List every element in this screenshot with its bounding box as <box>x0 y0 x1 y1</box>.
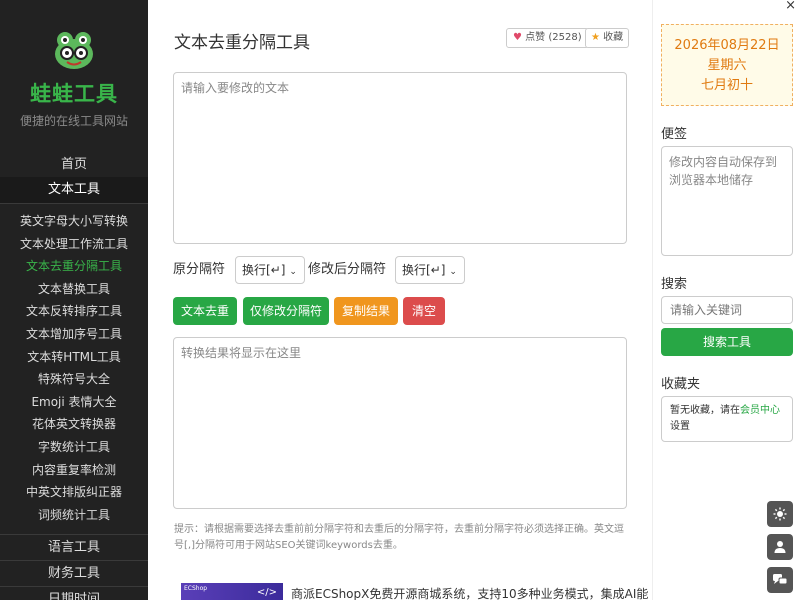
member-center-link[interactable]: 会员中心 <box>740 405 780 416</box>
sidebar-item[interactable]: 文本处理工作流工具 <box>0 233 148 256</box>
sidebar-item[interactable]: 文本去重分隔工具 <box>0 255 148 278</box>
new-separator-value: 换行[↵] <box>402 263 446 277</box>
copy-result-button[interactable]: 复制结果 <box>334 297 398 325</box>
sidebar-item[interactable]: 英文字母大小写转换 <box>0 210 148 233</box>
favorite-label: 收藏 <box>603 32 624 43</box>
site-subtitle: 便捷的在线工具网站 <box>19 114 128 128</box>
chevron-down-icon: ⌄ <box>289 267 297 277</box>
main-content: 文本去重分隔工具 ♥ 点赞 (2528) ★ 收藏 原分隔符 换行[↵]⌄ 修改… <box>148 0 652 600</box>
search-input[interactable] <box>661 296 793 324</box>
new-separator-label: 修改后分隔符 <box>308 262 387 277</box>
feedback-button[interactable] <box>767 567 793 593</box>
chevron-down-icon: ⌄ <box>449 267 457 277</box>
modify-separator-button[interactable]: 仅修改分隔符 <box>243 297 329 325</box>
note-textarea[interactable] <box>661 146 793 256</box>
code-icon: </> <box>256 587 277 598</box>
ad-image-text: ECShop <box>184 585 208 592</box>
favorites-box: 暂无收藏，请在会员中心设置 <box>661 396 793 442</box>
nav-category[interactable]: 语言工具 <box>0 534 148 560</box>
user-icon <box>774 541 786 553</box>
favorites-title: 收藏夹 <box>661 377 701 392</box>
date-text: 2026年08月22日 <box>674 38 780 53</box>
hint-text: 提示：请根据需要选择去重前前分隔字符和去重后的分隔字符，去重前分隔字符必须选择正… <box>174 524 624 551</box>
search-title: 搜索 <box>661 277 688 292</box>
sidebar: 蛙蛙工具 便捷的在线工具网站 首页 文本工具 英文字母大小写转换 文本处理工作流工… <box>0 0 148 600</box>
close-icon[interactable]: × <box>785 0 796 13</box>
dedup-button[interactable]: 文本去重 <box>173 297 237 325</box>
nav-sub-list: 英文字母大小写转换 文本处理工作流工具 文本去重分隔工具 文本替换工具 文本反转排序工具… <box>0 203 148 526</box>
favorite-button[interactable]: ★ 收藏 <box>585 28 630 48</box>
nav-category-text-tools[interactable]: 文本工具 <box>0 177 148 203</box>
new-separator-select[interactable]: 换行[↵] ⌄ <box>395 256 465 284</box>
ad-image[interactable]: ECShop </> <box>181 583 283 600</box>
search-button[interactable]: 搜索工具 <box>661 328 793 356</box>
sidebar-item[interactable]: 花体英文转换器 <box>0 413 148 436</box>
favorites-text-after: 设置 <box>670 421 690 432</box>
heart-icon: ♥ <box>513 32 522 43</box>
like-label: 点赞 <box>525 32 546 43</box>
sidebar-item[interactable]: 文本增加序号工具 <box>0 323 148 346</box>
nav-home[interactable]: 首页 <box>0 153 148 177</box>
clear-button[interactable]: 清空 <box>403 297 445 325</box>
star-icon: ★ <box>591 32 600 43</box>
user-button[interactable] <box>767 534 793 560</box>
note-title: 便签 <box>661 127 688 142</box>
input-textarea[interactable] <box>173 72 627 244</box>
sidebar-item[interactable]: 字数统计工具 <box>0 436 148 459</box>
frog-logo-icon <box>55 32 93 69</box>
sidebar-item[interactable]: 中英文排版纠正器 <box>0 481 148 504</box>
theme-toggle-button[interactable] <box>767 501 793 527</box>
nav-category[interactable]: 财务工具 <box>0 560 148 586</box>
original-separator-select[interactable]: 换行[↵] ⌄ <box>235 256 305 284</box>
lunar-date-text: 七月初十 <box>700 78 753 93</box>
site-title: 蛙蛙工具 <box>30 82 118 106</box>
chat-icon <box>773 574 788 585</box>
right-panel: × 2026年08月22日 星期六 七月初十 便签 搜索 搜索工具 收藏夹 暂无… <box>652 0 800 600</box>
nav-category[interactable]: 日期时间 <box>0 586 148 600</box>
sidebar-item[interactable]: 特殊符号大全 <box>0 368 148 391</box>
sidebar-item[interactable]: 文本反转排序工具 <box>0 300 148 323</box>
ad-link[interactable]: 商派ECShopX免费开源商城系统，支持10多种业务模式，集成AI能 <box>291 585 648 600</box>
sidebar-item[interactable]: 文本替换工具 <box>0 278 148 301</box>
original-separator-label: 原分隔符 <box>173 262 226 277</box>
weekday-text: 星期六 <box>707 58 747 73</box>
output-textarea[interactable] <box>173 337 627 509</box>
sidebar-nav: 首页 文本工具 英文字母大小写转换 文本处理工作流工具 文本去重分隔工具 文本替换工具… <box>0 153 148 600</box>
sidebar-item[interactable]: 词频统计工具 <box>0 504 148 527</box>
page-title: 文本去重分隔工具 <box>174 33 310 53</box>
like-button[interactable]: ♥ 点赞 (2528) <box>506 28 589 48</box>
date-widget: 2026年08月22日 星期六 七月初十 <box>661 24 793 106</box>
sidebar-item[interactable]: 文本转HTML工具 <box>0 346 148 369</box>
sidebar-item[interactable]: Emoji 表情大全 <box>0 391 148 414</box>
like-count: (2528) <box>548 32 582 43</box>
favorites-text-before: 暂无收藏，请在 <box>670 405 740 416</box>
sun-icon <box>773 507 787 521</box>
logo-block[interactable]: 蛙蛙工具 便捷的在线工具网站 <box>0 0 148 129</box>
original-separator-value: 换行[↵] <box>242 263 286 277</box>
nav-category-list: 语言工具 财务工具 日期时间 <box>0 534 148 600</box>
sidebar-item[interactable]: 内容重复率检测 <box>0 459 148 482</box>
